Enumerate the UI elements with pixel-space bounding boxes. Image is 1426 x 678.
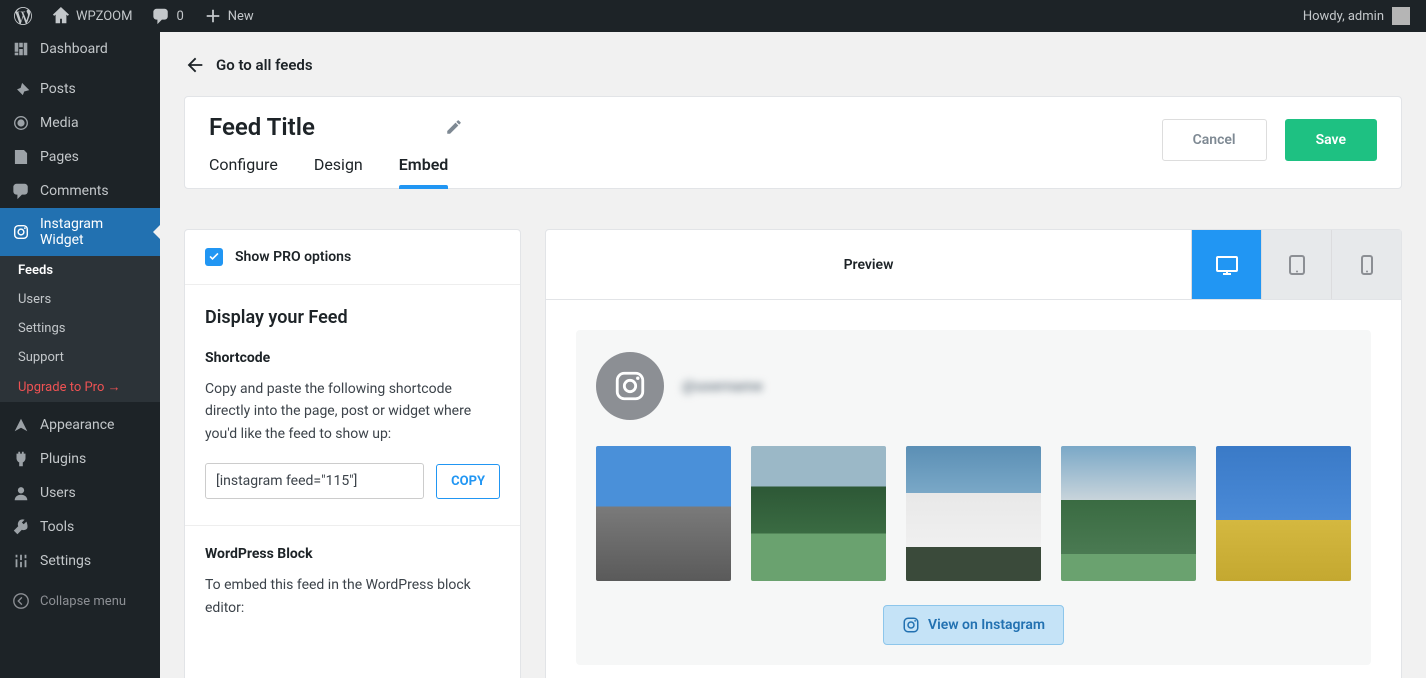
greeting: Howdy, admin (1303, 9, 1384, 24)
wordpress-icon (14, 7, 32, 25)
wp-logo[interactable] (6, 0, 40, 32)
sidebar-item-pages[interactable]: Pages (0, 140, 160, 174)
collapse-icon (12, 592, 30, 610)
sidebar-item-users[interactable]: Users (0, 476, 160, 510)
instagram-thumbnail[interactable] (1216, 446, 1351, 581)
media-icon (12, 114, 30, 132)
tools-icon (12, 518, 30, 536)
collapse-menu[interactable]: Collapse menu (0, 584, 160, 618)
home-icon (52, 7, 70, 25)
arrow-left-icon (184, 54, 206, 76)
wpblock-desc: To embed this feed in the WordPress bloc… (205, 574, 500, 619)
admin-bar: WPZOOM 0 New Howdy, admin (0, 0, 1426, 32)
preview-panel: Preview @username (545, 229, 1402, 678)
show-pro-label: Show PRO options (235, 249, 351, 265)
tab-design[interactable]: Design (314, 155, 363, 188)
device-tablet-button[interactable] (1261, 230, 1331, 299)
appearance-icon (12, 416, 30, 434)
instagram-thumbnail[interactable] (596, 446, 731, 581)
shortcode-input[interactable] (205, 463, 424, 499)
site-home-link[interactable]: WPZOOM (44, 0, 140, 32)
options-panel: Show PRO options Display your Feed Short… (184, 229, 521, 678)
new-content-link[interactable]: New (196, 0, 262, 32)
save-button[interactable]: Save (1285, 119, 1377, 161)
desktop-icon (1215, 253, 1239, 277)
submenu-item-upgrade[interactable]: Upgrade to Pro → (0, 372, 160, 402)
submenu-item-users[interactable]: Users (0, 285, 160, 314)
dashboard-icon (12, 40, 30, 58)
comments-link[interactable]: 0 (144, 0, 191, 32)
sidebar-item-tools[interactable]: Tools (0, 510, 160, 544)
sidebar-item-posts[interactable]: Posts (0, 72, 160, 106)
sidebar-item-media[interactable]: Media (0, 106, 160, 140)
submenu-item-settings[interactable]: Settings (0, 314, 160, 343)
plus-icon (204, 7, 222, 25)
settings-icon (12, 552, 30, 570)
site-title: WPZOOM (76, 9, 132, 24)
show-pro-checkbox[interactable] (205, 248, 223, 266)
device-desktop-button[interactable] (1191, 230, 1261, 299)
sidebar-item-instagram-widget[interactable]: Instagram Widget (0, 208, 160, 256)
sidebar-item-dashboard[interactable]: Dashboard (0, 32, 160, 66)
instagram-thumbnail[interactable] (906, 446, 1041, 581)
edit-icon[interactable] (445, 118, 463, 136)
pages-icon (12, 148, 30, 166)
instagram-thumbnail[interactable] (1061, 446, 1196, 581)
new-label: New (228, 9, 254, 24)
pin-icon (12, 80, 30, 98)
comments-count: 0 (176, 9, 183, 24)
preview-canvas: @username View on Instagram (576, 330, 1371, 665)
admin-sidebar: Dashboard Posts Media Pages Comments Ins… (0, 32, 160, 678)
main-content: Go to all feeds Feed Title Configure Des… (160, 32, 1426, 678)
display-heading: Display your Feed (205, 307, 500, 328)
shortcode-desc: Copy and paste the following shortcode d… (205, 378, 500, 445)
sidebar-item-comments[interactable]: Comments (0, 174, 160, 208)
sidebar-item-settings[interactable]: Settings (0, 544, 160, 578)
instagram-icon (902, 616, 920, 634)
cancel-button[interactable]: Cancel (1162, 119, 1267, 161)
sidebar-item-plugins[interactable]: Plugins (0, 442, 160, 476)
instagram-grid (596, 446, 1351, 581)
back-to-feeds-link[interactable]: Go to all feeds (184, 32, 1402, 96)
preview-title: Preview (546, 230, 1191, 299)
account-menu[interactable]: Howdy, admin (1303, 7, 1420, 25)
check-icon (208, 251, 220, 263)
instagram-icon (12, 223, 30, 241)
tablet-icon (1285, 253, 1309, 277)
feed-header-card: Feed Title Configure Design Embed Cancel… (184, 96, 1402, 189)
tabs: Configure Design Embed (209, 155, 463, 188)
copy-button[interactable]: COPY (436, 464, 500, 499)
mobile-icon (1355, 253, 1379, 277)
tab-embed[interactable]: Embed (399, 155, 449, 188)
users-icon (12, 484, 30, 502)
comment-icon (12, 182, 30, 200)
sidebar-item-appearance[interactable]: Appearance (0, 408, 160, 442)
submenu-item-support[interactable]: Support (0, 343, 160, 372)
device-mobile-button[interactable] (1331, 230, 1401, 299)
shortcode-heading: Shortcode (205, 350, 500, 366)
instagram-icon (613, 369, 647, 403)
avatar (1392, 7, 1410, 25)
submenu: Feeds Users Settings Support Upgrade to … (0, 256, 160, 402)
wpblock-heading: WordPress Block (205, 546, 500, 562)
comment-icon (152, 7, 170, 25)
tab-configure[interactable]: Configure (209, 155, 278, 188)
feed-title: Feed Title (209, 113, 315, 141)
view-on-instagram-button[interactable]: View on Instagram (883, 605, 1064, 645)
submenu-item-feeds[interactable]: Feeds (0, 256, 160, 285)
instagram-thumbnail[interactable] (751, 446, 886, 581)
instagram-username: @username (682, 377, 763, 395)
instagram-avatar (596, 352, 664, 420)
plugins-icon (12, 450, 30, 468)
